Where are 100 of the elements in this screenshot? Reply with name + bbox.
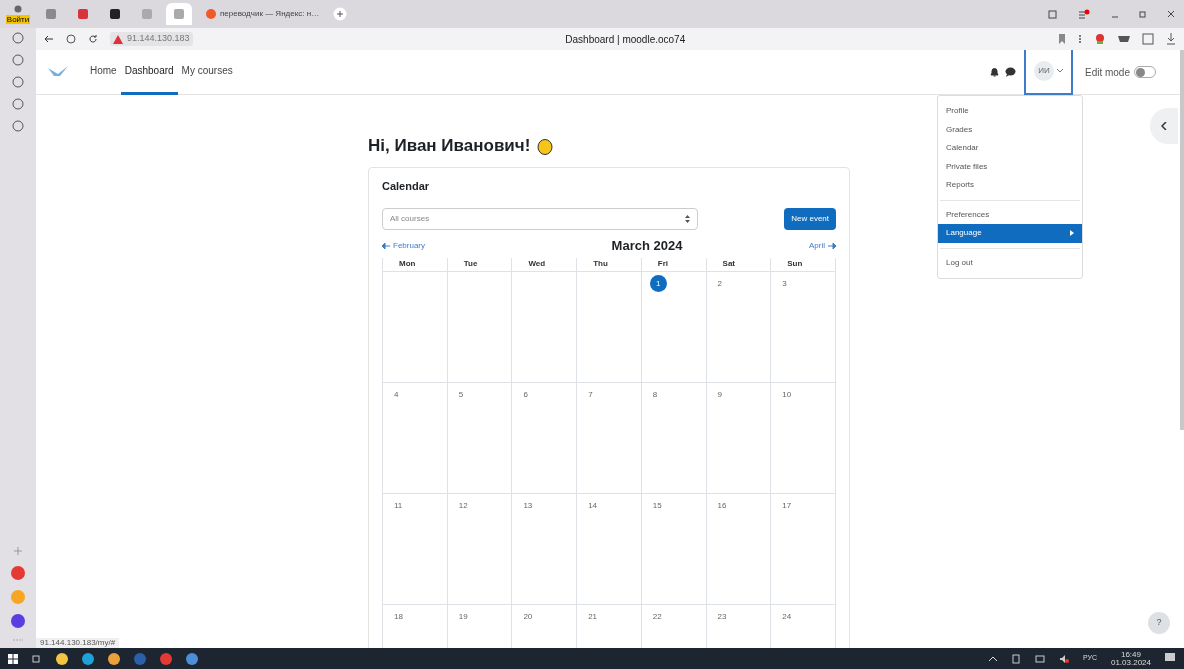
menu-item[interactable]: Log out	[938, 253, 1082, 272]
updown-icon	[685, 215, 690, 223]
day-number: 9	[717, 388, 722, 401]
new-event-button[interactable]: New event	[784, 208, 836, 230]
calendar-day[interactable]: 16	[706, 493, 772, 605]
calendar-day[interactable]: 8	[641, 382, 707, 494]
page-icon	[206, 9, 216, 19]
calendar-day[interactable]: 7	[577, 382, 642, 494]
monitor-icon[interactable]	[1034, 653, 1045, 664]
greeting-heading: Hi, Иван Иванович!	[368, 135, 531, 157]
menu-item[interactable]: Private files	[938, 157, 1082, 176]
person-icon	[12, 4, 24, 15]
browser-tab[interactable]: переводчик — Яндекс: н…	[198, 3, 328, 25]
calendar-day[interactable]: 13	[512, 493, 578, 605]
weekday-header: Sat	[706, 257, 772, 272]
day-number: 19	[458, 610, 468, 623]
chat-icon[interactable]	[1004, 67, 1016, 77]
warning-icon	[113, 34, 123, 44]
nav-link[interactable]: Dashboard	[120, 50, 178, 95]
weekday-header: Sun	[771, 257, 836, 272]
user-menu-button[interactable]: ИИ	[1023, 50, 1073, 95]
site-icon	[78, 9, 88, 19]
app-icon[interactable]	[11, 566, 25, 580]
close-icon[interactable]	[1166, 9, 1176, 19]
site-icon	[174, 9, 184, 19]
bookmark-icon[interactable]	[1058, 34, 1066, 44]
menu-item[interactable]: Preferences	[938, 205, 1082, 224]
day-number: 24	[782, 610, 792, 623]
calendar-day[interactable]: 3	[771, 271, 836, 383]
chevron-down-icon	[1056, 69, 1063, 73]
calendar-day[interactable]: 11	[383, 493, 448, 605]
restore-icon[interactable]	[1138, 9, 1148, 19]
profile-label: Войти	[5, 14, 31, 24]
bell-icon[interactable]	[989, 67, 999, 77]
tray-icon[interactable]	[1010, 653, 1021, 664]
day-number: 6	[523, 388, 528, 401]
help-button[interactable]: ?	[1148, 612, 1170, 634]
bird-logo[interactable]	[48, 66, 68, 78]
extension-icon[interactable]	[1118, 35, 1130, 43]
calendar-day[interactable]: 6	[512, 382, 578, 494]
url-field[interactable]: 91.144.130.183	[110, 32, 193, 46]
menu-item[interactable]: Calendar	[938, 139, 1082, 158]
page-title: Dashboard | moodle.oco74	[565, 32, 686, 47]
day-number: 8	[652, 388, 658, 401]
tabs-icon[interactable]	[1048, 9, 1058, 19]
calendar-day[interactable]: 10	[771, 382, 836, 494]
day-number: 3	[782, 277, 787, 290]
calendar-day[interactable]: 2	[706, 271, 772, 383]
day-number: 17	[782, 499, 792, 512]
plus-icon[interactable]	[333, 7, 348, 21]
extension-icon[interactable]	[1094, 33, 1106, 45]
clock-date: 01.03.2024	[1110, 658, 1151, 667]
day-number: 15	[652, 499, 662, 512]
nav-link[interactable]: My courses	[177, 50, 237, 95]
reload-icon[interactable]	[88, 34, 98, 44]
day-number: 22	[652, 610, 662, 623]
calendar-day[interactable]: 9	[706, 382, 772, 494]
status-url: 91.144.130.183/my/#	[36, 638, 120, 648]
menu-item[interactable]: Language	[938, 224, 1082, 243]
prev-month-link[interactable]: February	[382, 239, 425, 252]
calendar-day[interactable]: 15	[641, 493, 707, 605]
next-month-link[interactable]: April	[808, 239, 836, 252]
arrow-right-icon	[828, 242, 836, 249]
menu-item[interactable]: Profile	[938, 102, 1082, 121]
edit-mode-toggle[interactable]	[1134, 66, 1156, 78]
edit-mode-label: Edit mode	[1084, 65, 1130, 80]
calendar-day[interactable]: 5	[447, 382, 513, 494]
day-number: 14	[588, 499, 598, 512]
calendar-day[interactable]: 17	[771, 493, 836, 605]
day-number: 5	[458, 388, 464, 401]
caret-right-icon	[1070, 230, 1074, 237]
more-icon[interactable]	[1078, 34, 1082, 44]
calendar-day[interactable]: 12	[447, 493, 513, 605]
calendar-day[interactable]: 14	[577, 493, 642, 605]
menu-item[interactable]: Grades	[938, 120, 1082, 139]
clock-time: 16:49	[1120, 650, 1141, 659]
taskbar-clock[interactable]: 16:49 01.03.2024	[1110, 650, 1151, 667]
task-view-icon[interactable]	[32, 653, 42, 664]
day-number: 2	[717, 277, 722, 290]
download-icon[interactable]	[1166, 33, 1176, 45]
calendar-day[interactable]: 1	[641, 271, 707, 383]
chevron-up-icon[interactable]	[988, 656, 997, 661]
weekday-header: Tue	[447, 257, 513, 272]
weekday-header: Wed	[512, 257, 578, 272]
extension-icon[interactable]	[1142, 33, 1154, 45]
nav-link[interactable]: Home	[86, 50, 121, 95]
back-icon[interactable]	[44, 34, 54, 44]
site-icon	[110, 9, 120, 19]
speaker-icon[interactable]	[1058, 653, 1069, 664]
menu-icon[interactable]	[1078, 9, 1090, 19]
course-select[interactable]: All courses	[382, 208, 698, 230]
calendar-day[interactable]: 4	[383, 382, 448, 494]
app-icon[interactable]	[11, 614, 25, 628]
windows-start-icon[interactable]	[8, 653, 18, 664]
scrollbar-thumb[interactable]	[1180, 50, 1184, 430]
drawer-toggle-button[interactable]	[1150, 108, 1178, 144]
day-number: 11	[394, 499, 403, 512]
day-number: 16	[717, 499, 727, 512]
profile-button[interactable]: Войти	[4, 4, 32, 24]
menu-item[interactable]: Reports	[938, 176, 1082, 195]
